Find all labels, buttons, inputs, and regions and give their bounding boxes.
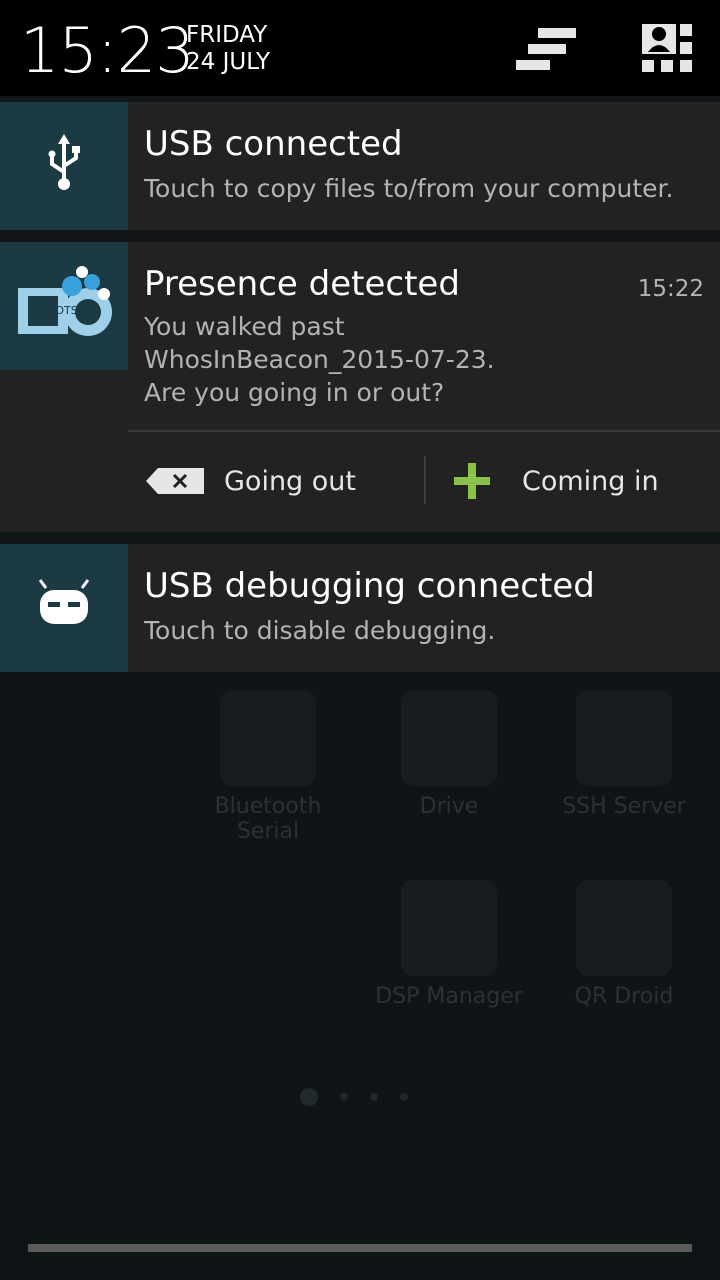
coming-in-button[interactable]: Coming in bbox=[452, 442, 712, 520]
homescreen-app: SSH Server bbox=[544, 690, 704, 819]
homescreen-app: QR Droid bbox=[544, 880, 704, 1009]
ssh-server-icon bbox=[576, 690, 672, 786]
cyanogen-bot-icon bbox=[38, 579, 90, 624]
app-label: QR Droid bbox=[574, 984, 674, 1009]
notification-text-line: Are you going in or out? bbox=[144, 378, 445, 407]
page-dot bbox=[340, 1093, 348, 1101]
notification-usb-debugging[interactable]: USB debugging connected Touch to disable… bbox=[0, 544, 720, 672]
notification-time: 15:22 bbox=[637, 276, 704, 302]
action-divider bbox=[128, 430, 720, 432]
logo-text: BOTS bbox=[48, 304, 78, 317]
backspace-icon bbox=[146, 468, 204, 494]
notification-text-line: WhosInBeacon_2015-07-23. bbox=[144, 345, 495, 374]
notification-text-line: You walked past bbox=[144, 312, 345, 341]
coming-in-label: Coming in bbox=[522, 465, 659, 497]
notification-title: USB debugging connected bbox=[144, 566, 595, 606]
homescreen-app: DSP Manager bbox=[369, 880, 529, 1009]
notification-title: USB connected bbox=[144, 124, 403, 164]
going-out-button[interactable]: Going out bbox=[144, 442, 414, 520]
quick-settings-button[interactable] bbox=[640, 22, 700, 76]
bluetooth-icon bbox=[220, 690, 316, 786]
going-out-label: Going out bbox=[224, 465, 356, 497]
drive-icon bbox=[401, 690, 497, 786]
action-separator bbox=[424, 456, 426, 504]
notification-usb-connected[interactable]: USB connected Touch to copy files to/fro… bbox=[0, 102, 720, 230]
app-label: DSP Manager bbox=[375, 984, 523, 1009]
notification-icon-box bbox=[0, 544, 128, 672]
page-indicator bbox=[300, 1086, 430, 1106]
notification-title: Presence detected bbox=[144, 264, 460, 304]
quick-settings-icon bbox=[642, 24, 692, 72]
app-label: Drive bbox=[419, 794, 479, 819]
usb-icon bbox=[48, 134, 80, 190]
notification-header: 15:23 FRIDAY 24 JULY bbox=[0, 0, 720, 96]
clear-all-icon bbox=[516, 28, 576, 70]
notification-icon-box: BOTS bbox=[0, 242, 128, 370]
date-display: FRIDAY 24 JULY bbox=[186, 22, 270, 76]
app-label: SSH Server bbox=[562, 794, 686, 819]
app-logo-icon: BOTS bbox=[18, 266, 112, 336]
page-dot bbox=[300, 1087, 318, 1106]
notification-text: Touch to copy files to/from your compute… bbox=[144, 174, 674, 203]
page-dot bbox=[400, 1093, 408, 1101]
plus-icon bbox=[454, 463, 490, 499]
clear-all-button[interactable] bbox=[516, 22, 576, 76]
app-label: Bluetooth Serial bbox=[214, 794, 322, 844]
qr-droid-icon bbox=[576, 880, 672, 976]
day-label: FRIDAY bbox=[186, 22, 268, 48]
homescreen-app: Drive bbox=[369, 690, 529, 819]
notification-text: Touch to disable debugging. bbox=[144, 616, 496, 645]
date-label: 24 JULY bbox=[186, 49, 271, 75]
shade-drag-handle[interactable] bbox=[28, 1244, 692, 1252]
page-dot bbox=[370, 1093, 378, 1101]
notification-icon-box bbox=[0, 102, 128, 230]
dsp-manager-icon bbox=[401, 880, 497, 976]
homescreen-app: Bluetooth Serial bbox=[188, 690, 348, 844]
clock[interactable]: 15:23 bbox=[20, 14, 195, 87]
